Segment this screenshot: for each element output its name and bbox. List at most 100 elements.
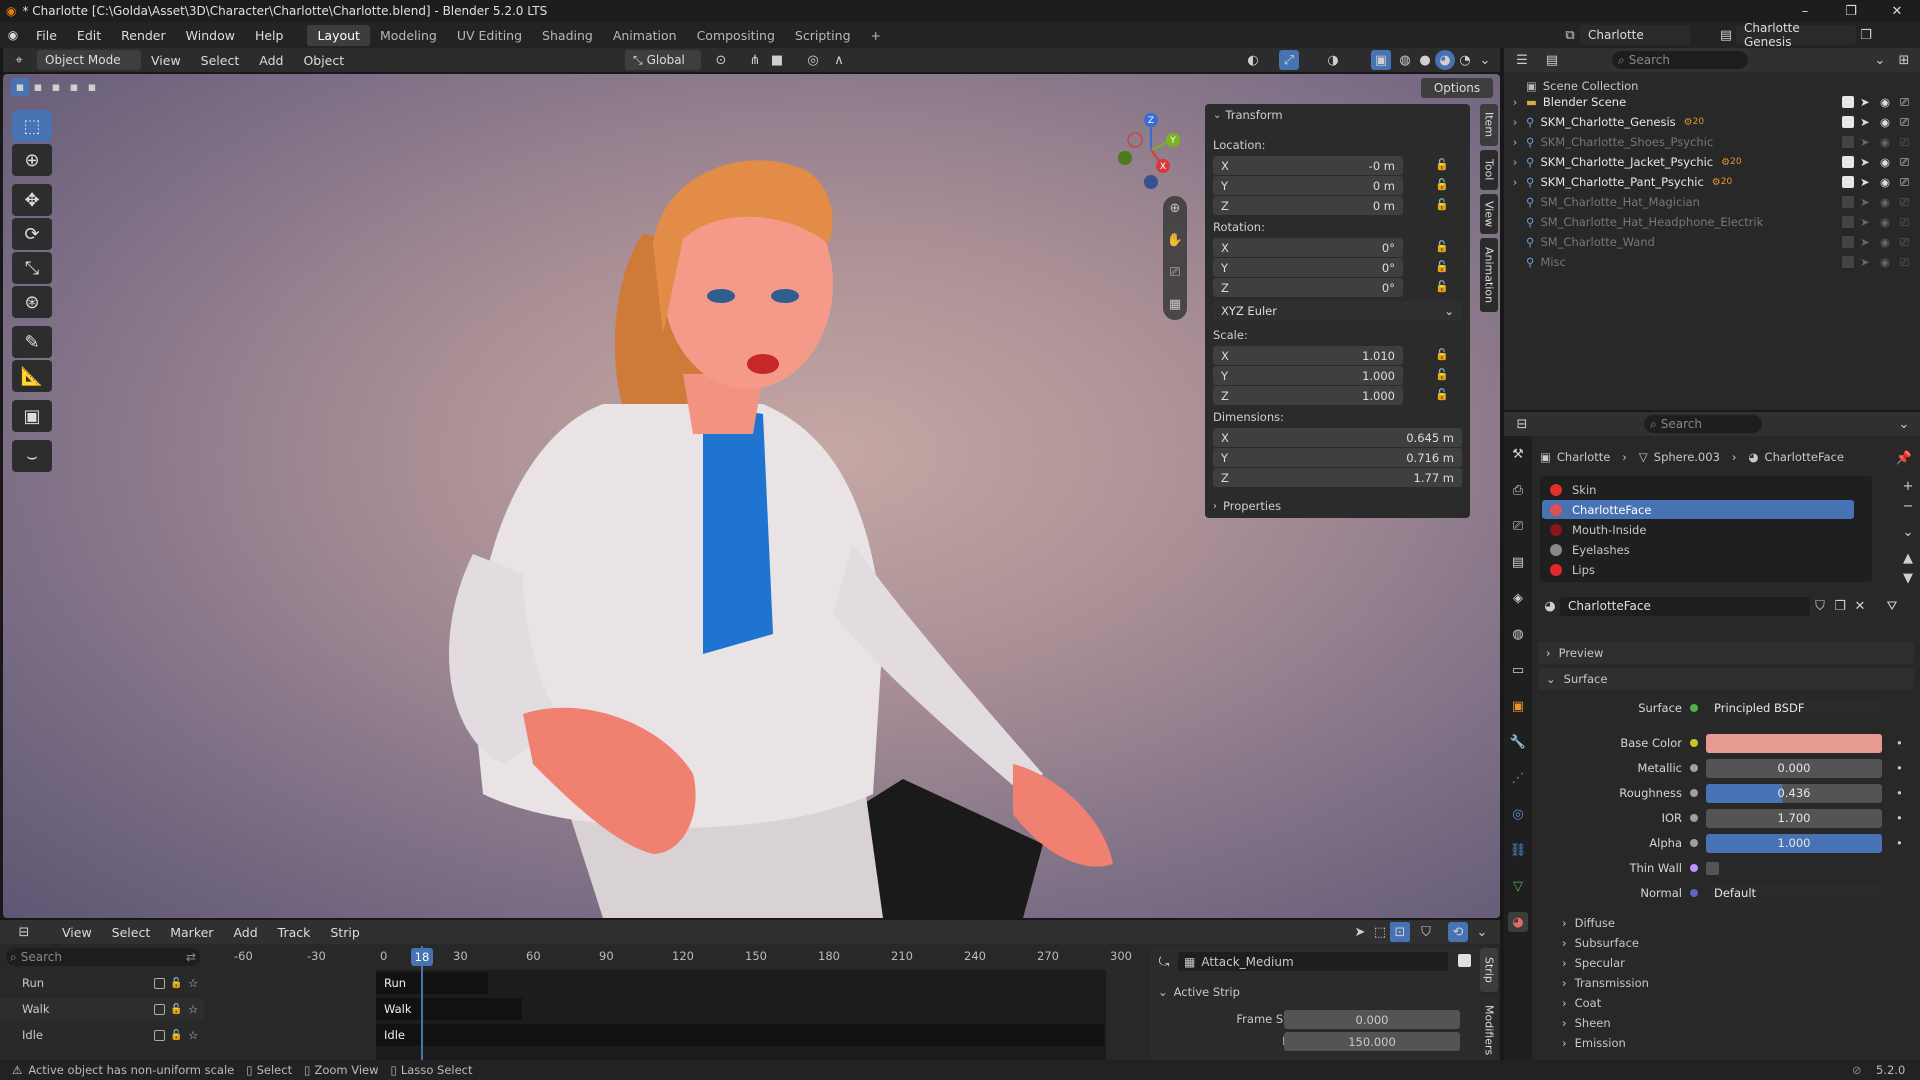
proportional-edit-icon[interactable]: ◎ [803, 50, 823, 70]
menu-help[interactable]: Help [245, 28, 294, 43]
camera-icon[interactable]: ⎚ [1900, 135, 1909, 150]
render-tab-icon[interactable]: ⎙ [1508, 480, 1528, 500]
metallic-slider[interactable]: 0.000 [1706, 758, 1882, 778]
selectable-icon[interactable]: ➤ [1860, 95, 1870, 109]
filter-icon[interactable]: ⛉ [1416, 922, 1436, 942]
surface-shader-field[interactable]: Principled BSDF [1706, 698, 1882, 718]
minimize-button[interactable]: – [1782, 0, 1828, 22]
expand-icon[interactable]: › [1504, 115, 1526, 129]
pin-icon[interactable]: 📌 [1894, 448, 1914, 468]
outliner-item[interactable]: › ▬ Blender Scene ➤ ◉ ⎚ [1504, 92, 1920, 112]
scale-z-field[interactable]: Z 1.000 [1213, 386, 1403, 405]
lock-icon[interactable]: 🔓 [1435, 240, 1449, 254]
exclude-checkbox[interactable] [1842, 136, 1854, 148]
nla-menu-select[interactable]: Select [102, 925, 161, 940]
strip-enabled-checkbox[interactable] [1458, 954, 1471, 967]
editor-type-icon[interactable]: ⊟ [14, 922, 34, 942]
keyframe-dot-icon[interactable]: • [1896, 836, 1903, 850]
material-name-field[interactable]: CharlotteFace [1560, 596, 1810, 616]
star-icon[interactable]: ☆ [188, 976, 198, 990]
lock-icon[interactable]: 🔓 [1435, 280, 1449, 294]
nla-menu-view[interactable]: View [52, 925, 102, 940]
editor-type-icon[interactable]: ⌖ [9, 50, 29, 70]
camera-icon[interactable]: ⎚ [1900, 115, 1909, 130]
editor-type-icon[interactable]: ☰ [1512, 50, 1532, 70]
lock-icon[interactable]: 🔓 [1435, 388, 1449, 402]
keyframe-dot-icon[interactable]: • [1896, 736, 1903, 750]
eye-icon[interactable]: ◉ [1880, 95, 1890, 109]
view-layer-selector[interactable]: Charlotte Genesis [1736, 21, 1856, 49]
selectable-icon[interactable]: ➤ [1860, 195, 1870, 209]
xray-icon[interactable]: ▣ [1371, 50, 1391, 70]
solid-shading-icon[interactable]: ● [1415, 50, 1435, 70]
remove-slot-icon[interactable]: − [1898, 496, 1918, 516]
eye-icon[interactable]: ◉ [1880, 215, 1890, 229]
transform-orientation-dropdown[interactable]: ⤡ Global [625, 50, 701, 70]
tab-layout[interactable]: Layout [307, 24, 370, 46]
eye-icon[interactable]: ◉ [1880, 155, 1890, 169]
camera-icon[interactable]: ⎚ [1900, 175, 1909, 190]
preview-section[interactable]: › Preview [1538, 642, 1914, 664]
nla-menu-marker[interactable]: Marker [160, 925, 223, 940]
unlink-icon[interactable]: ✕ [1850, 596, 1870, 616]
subsection-transmission[interactable]: › Transmission [1504, 972, 1920, 994]
camera-icon[interactable]: ⎚ [1900, 215, 1909, 230]
lock-icon[interactable]: 🔓 [1435, 348, 1449, 362]
outliner-item[interactable]: › ⚲ SKM_Charlotte_Jacket_Psychic ⚙ 20 ➤ ◉ ⎚ [1504, 152, 1920, 172]
editor-type-icon[interactable]: ⊟ [1512, 414, 1532, 434]
location-x-field[interactable]: X -0 m [1213, 156, 1403, 175]
navigation-gizmo[interactable]: Z Y X [1111, 110, 1191, 190]
camera-icon[interactable]: ⎚ [1900, 155, 1909, 170]
tab-animation-side[interactable]: Animation [1480, 238, 1498, 312]
snap-icon[interactable]: ⋔ [745, 50, 765, 70]
collection-tab-icon[interactable]: ▭ [1508, 660, 1528, 680]
eye-icon[interactable]: ◉ [1880, 255, 1890, 269]
move-down-icon[interactable]: ▼ [1898, 568, 1918, 588]
properties-subpanel[interactable]: › Properties [1205, 494, 1470, 518]
frame-ruler[interactable]: -60 -30 0 30 60 90 120 150 180 210 240 270 300 [204, 946, 1144, 966]
expand-icon[interactable]: › [1504, 175, 1526, 189]
falloff-icon[interactable]: ∧ [829, 50, 849, 70]
material-slot[interactable]: Mouth-Inside [1542, 520, 1854, 539]
subsection-subsurface[interactable]: › Subsurface [1504, 932, 1920, 954]
material-slot[interactable]: Eyelashes [1542, 540, 1854, 559]
nla-menu-add[interactable]: Add [223, 925, 267, 940]
properties-search-input[interactable]: ⌕ Search [1644, 415, 1762, 433]
eye-icon[interactable]: ◉ [1880, 135, 1890, 149]
menu-edit[interactable]: Edit [67, 28, 111, 43]
tool-tab-icon[interactable]: ⚒ [1508, 444, 1528, 464]
strip-idle[interactable]: Idle [376, 1024, 1104, 1046]
overlays-icon[interactable]: ◑ [1323, 50, 1343, 70]
exclude-checkbox[interactable] [1842, 196, 1854, 208]
selectable-icon[interactable]: ➤ [1860, 235, 1870, 249]
solo-checkbox[interactable] [154, 1029, 165, 1041]
view-layer-tab-icon[interactable]: ▤ [1508, 552, 1528, 572]
tab-shading[interactable]: Shading [532, 25, 603, 46]
wireframe-shading-icon[interactable]: ◍ [1395, 50, 1415, 70]
subsection-sheen[interactable]: › Sheen [1504, 1012, 1920, 1034]
visibility-icon[interactable]: ◐ [1243, 50, 1263, 70]
nla-menu-strip[interactable]: Strip [320, 925, 369, 940]
copy-view-layer-icon[interactable]: ❐ [1856, 25, 1876, 45]
tab-strip[interactable]: Strip [1480, 948, 1498, 992]
outliner-search-input[interactable]: ⌕ Search [1612, 51, 1748, 69]
nla-search-input[interactable]: ⌕ Search ⇄ [6, 948, 200, 966]
menu-add[interactable]: Add [249, 53, 293, 68]
close-button[interactable]: ✕ [1874, 0, 1920, 22]
scene-icon[interactable]: ⧉ [1560, 25, 1580, 45]
selectable-icon[interactable]: ➤ [1860, 115, 1870, 129]
snap-icon[interactable]: ⟲ [1448, 922, 1468, 942]
menu-object[interactable]: Object [293, 53, 354, 68]
exclude-checkbox[interactable] [1842, 96, 1854, 108]
scale-x-field[interactable]: X 1.010 [1213, 346, 1403, 365]
outliner-item[interactable]: › ⚲ SKM_Charlotte_Genesis ⚙ 20 ➤ ◉ ⎚ [1504, 112, 1920, 132]
subsection-specular[interactable]: › Specular [1504, 952, 1920, 974]
rotation-z-field[interactable]: Z 0° [1213, 278, 1403, 297]
scene-tab-icon[interactable]: ◈ [1508, 588, 1528, 608]
pan-icon[interactable]: ✋ [1165, 230, 1185, 250]
camera-icon[interactable]: ⎚ [1900, 195, 1909, 210]
camera-icon[interactable]: ⎚ [1900, 235, 1909, 250]
maximize-button[interactable]: ❐ [1828, 0, 1874, 22]
snap-target-icon[interactable]: ■ [767, 50, 787, 70]
expand-icon[interactable]: › [1504, 95, 1526, 109]
